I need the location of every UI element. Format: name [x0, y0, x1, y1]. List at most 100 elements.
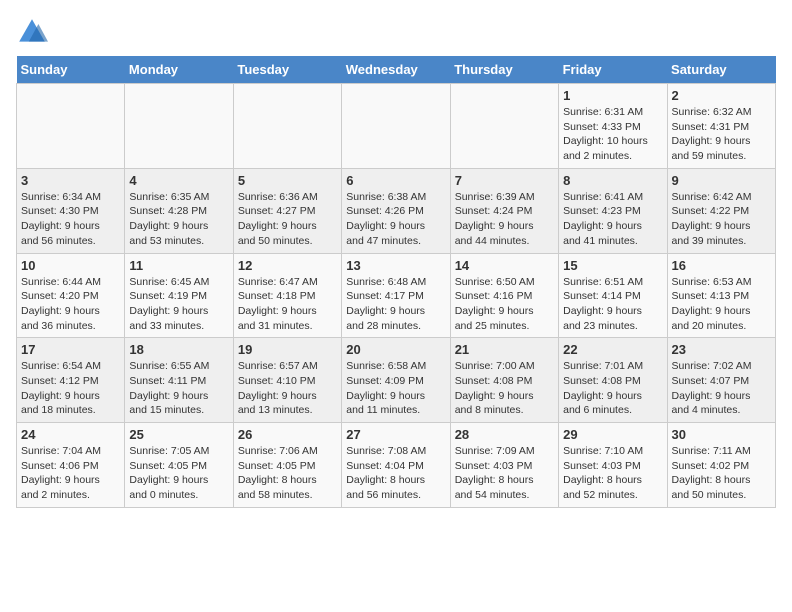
day-number: 22: [563, 342, 662, 357]
day-number: 19: [238, 342, 337, 357]
day-info: Sunrise: 6:44 AM Sunset: 4:20 PM Dayligh…: [21, 276, 101, 332]
day-number: 20: [346, 342, 445, 357]
day-number: 1: [563, 88, 662, 103]
week-row-0: 1 Sunrise: 6:31 AM Sunset: 4:33 PM Daylig…: [17, 84, 776, 169]
calendar-cell: [233, 84, 341, 169]
day-number: 7: [455, 173, 554, 188]
day-number: 27: [346, 427, 445, 442]
calendar-cell: 13 Sunrise: 6:48 AM Sunset: 4:17 PM Dayli…: [342, 253, 450, 338]
day-info: Sunrise: 6:38 AM Sunset: 4:26 PM Dayligh…: [346, 191, 426, 247]
header-sunday: Sunday: [17, 56, 125, 84]
day-info: Sunrise: 7:00 AM Sunset: 4:08 PM Dayligh…: [455, 360, 535, 416]
header-row: SundayMondayTuesdayWednesdayThursdayFrid…: [17, 56, 776, 84]
logo-icon: [16, 16, 48, 48]
day-number: 14: [455, 258, 554, 273]
calendar-cell: 11 Sunrise: 6:45 AM Sunset: 4:19 PM Dayli…: [125, 253, 233, 338]
day-number: 12: [238, 258, 337, 273]
day-info: Sunrise: 7:11 AM Sunset: 4:02 PM Dayligh…: [672, 445, 751, 501]
calendar-cell: 6 Sunrise: 6:38 AM Sunset: 4:26 PM Daylig…: [342, 168, 450, 253]
day-info: Sunrise: 6:39 AM Sunset: 4:24 PM Dayligh…: [455, 191, 535, 247]
calendar-cell: 21 Sunrise: 7:00 AM Sunset: 4:08 PM Dayli…: [450, 338, 558, 423]
calendar-cell: 4 Sunrise: 6:35 AM Sunset: 4:28 PM Daylig…: [125, 168, 233, 253]
calendar-cell: 23Sunrise: 7:02 AM Sunset: 4:07 PM Dayli…: [667, 338, 775, 423]
calendar-cell: 14 Sunrise: 6:50 AM Sunset: 4:16 PM Dayli…: [450, 253, 558, 338]
day-info: Sunrise: 6:31 AM Sunset: 4:33 PM Dayligh…: [563, 106, 648, 162]
calendar-cell: 1 Sunrise: 6:31 AM Sunset: 4:33 PM Daylig…: [559, 84, 667, 169]
day-info: Sunrise: 6:35 AM Sunset: 4:28 PM Dayligh…: [129, 191, 209, 247]
day-info: Sunrise: 7:10 AM Sunset: 4:03 PM Dayligh…: [563, 445, 643, 501]
day-info: Sunrise: 6:45 AM Sunset: 4:19 PM Dayligh…: [129, 276, 209, 332]
day-number: 10: [21, 258, 120, 273]
calendar-cell: [125, 84, 233, 169]
header-wednesday: Wednesday: [342, 56, 450, 84]
day-number: 16: [672, 258, 771, 273]
calendar-cell: 12Sunrise: 6:47 AM Sunset: 4:18 PM Dayli…: [233, 253, 341, 338]
header-tuesday: Tuesday: [233, 56, 341, 84]
day-info: Sunrise: 6:48 AM Sunset: 4:17 PM Dayligh…: [346, 276, 426, 332]
page-header: [16, 16, 776, 48]
calendar-cell: 26 Sunrise: 7:06 AM Sunset: 4:05 PM Dayli…: [233, 423, 341, 508]
header-friday: Friday: [559, 56, 667, 84]
calendar-cell: 22 Sunrise: 7:01 AM Sunset: 4:08 PM Dayli…: [559, 338, 667, 423]
week-row-3: 17Sunrise: 6:54 AM Sunset: 4:12 PM Dayli…: [17, 338, 776, 423]
calendar-cell: 17Sunrise: 6:54 AM Sunset: 4:12 PM Dayli…: [17, 338, 125, 423]
day-info: Sunrise: 6:51 AM Sunset: 4:14 PM Dayligh…: [563, 276, 643, 332]
day-info: Sunrise: 7:08 AM Sunset: 4:04 PM Dayligh…: [346, 445, 426, 501]
calendar-table: SundayMondayTuesdayWednesdayThursdayFrid…: [16, 56, 776, 508]
day-number: 6: [346, 173, 445, 188]
calendar-cell: 30Sunrise: 7:11 AM Sunset: 4:02 PM Dayli…: [667, 423, 775, 508]
calendar-cell: 2 Sunrise: 6:32 AM Sunset: 4:31 PM Daylig…: [667, 84, 775, 169]
week-row-4: 24Sunrise: 7:04 AM Sunset: 4:06 PM Dayli…: [17, 423, 776, 508]
calendar-cell: 15 Sunrise: 6:51 AM Sunset: 4:14 PM Dayli…: [559, 253, 667, 338]
day-number: 4: [129, 173, 228, 188]
calendar-cell: 25 Sunrise: 7:05 AM Sunset: 4:05 PM Dayli…: [125, 423, 233, 508]
day-info: Sunrise: 6:36 AM Sunset: 4:27 PM Dayligh…: [238, 191, 318, 247]
header-monday: Monday: [125, 56, 233, 84]
logo: [16, 16, 52, 48]
day-info: Sunrise: 7:09 AM Sunset: 4:03 PM Dayligh…: [455, 445, 535, 501]
calendar-cell: 9 Sunrise: 6:42 AM Sunset: 4:22 PM Daylig…: [667, 168, 775, 253]
day-info: Sunrise: 7:05 AM Sunset: 4:05 PM Dayligh…: [129, 445, 209, 501]
day-number: 15: [563, 258, 662, 273]
day-number: 13: [346, 258, 445, 273]
calendar-cell: 20 Sunrise: 6:58 AM Sunset: 4:09 PM Dayli…: [342, 338, 450, 423]
day-number: 28: [455, 427, 554, 442]
day-info: Sunrise: 6:53 AM Sunset: 4:13 PM Dayligh…: [672, 276, 752, 332]
day-info: Sunrise: 6:34 AM Sunset: 4:30 PM Dayligh…: [21, 191, 101, 247]
header-thursday: Thursday: [450, 56, 558, 84]
day-info: Sunrise: 6:58 AM Sunset: 4:09 PM Dayligh…: [346, 360, 426, 416]
day-number: 9: [672, 173, 771, 188]
day-info: Sunrise: 6:50 AM Sunset: 4:16 PM Dayligh…: [455, 276, 535, 332]
calendar-cell: 27 Sunrise: 7:08 AM Sunset: 4:04 PM Dayli…: [342, 423, 450, 508]
day-number: 25: [129, 427, 228, 442]
day-info: Sunrise: 6:54 AM Sunset: 4:12 PM Dayligh…: [21, 360, 101, 416]
day-number: 2: [672, 88, 771, 103]
day-info: Sunrise: 6:42 AM Sunset: 4:22 PM Dayligh…: [672, 191, 752, 247]
calendar-cell: 5 Sunrise: 6:36 AM Sunset: 4:27 PM Daylig…: [233, 168, 341, 253]
day-number: 11: [129, 258, 228, 273]
day-number: 5: [238, 173, 337, 188]
day-number: 23: [672, 342, 771, 357]
day-number: 18: [129, 342, 228, 357]
week-row-2: 10 Sunrise: 6:44 AM Sunset: 4:20 PM Dayli…: [17, 253, 776, 338]
day-info: Sunrise: 6:32 AM Sunset: 4:31 PM Dayligh…: [672, 106, 752, 162]
calendar-cell: [17, 84, 125, 169]
calendar-cell: 10 Sunrise: 6:44 AM Sunset: 4:20 PM Dayli…: [17, 253, 125, 338]
calendar-cell: 3 Sunrise: 6:34 AM Sunset: 4:30 PM Daylig…: [17, 168, 125, 253]
day-number: 29: [563, 427, 662, 442]
day-number: 21: [455, 342, 554, 357]
day-number: 3: [21, 173, 120, 188]
calendar-cell: 19 Sunrise: 6:57 AM Sunset: 4:10 PM Dayli…: [233, 338, 341, 423]
calendar-cell: 29 Sunrise: 7:10 AM Sunset: 4:03 PM Dayli…: [559, 423, 667, 508]
day-number: 26: [238, 427, 337, 442]
day-info: Sunrise: 7:06 AM Sunset: 4:05 PM Dayligh…: [238, 445, 318, 501]
day-info: Sunrise: 6:57 AM Sunset: 4:10 PM Dayligh…: [238, 360, 318, 416]
calendar-cell: 28 Sunrise: 7:09 AM Sunset: 4:03 PM Dayli…: [450, 423, 558, 508]
week-row-1: 3 Sunrise: 6:34 AM Sunset: 4:30 PM Daylig…: [17, 168, 776, 253]
day-info: Sunrise: 6:55 AM Sunset: 4:11 PM Dayligh…: [129, 360, 209, 416]
calendar-cell: 8Sunrise: 6:41 AM Sunset: 4:23 PM Daylig…: [559, 168, 667, 253]
day-number: 8: [563, 173, 662, 188]
calendar-cell: 24Sunrise: 7:04 AM Sunset: 4:06 PM Dayli…: [17, 423, 125, 508]
header-saturday: Saturday: [667, 56, 775, 84]
day-info: Sunrise: 7:01 AM Sunset: 4:08 PM Dayligh…: [563, 360, 643, 416]
